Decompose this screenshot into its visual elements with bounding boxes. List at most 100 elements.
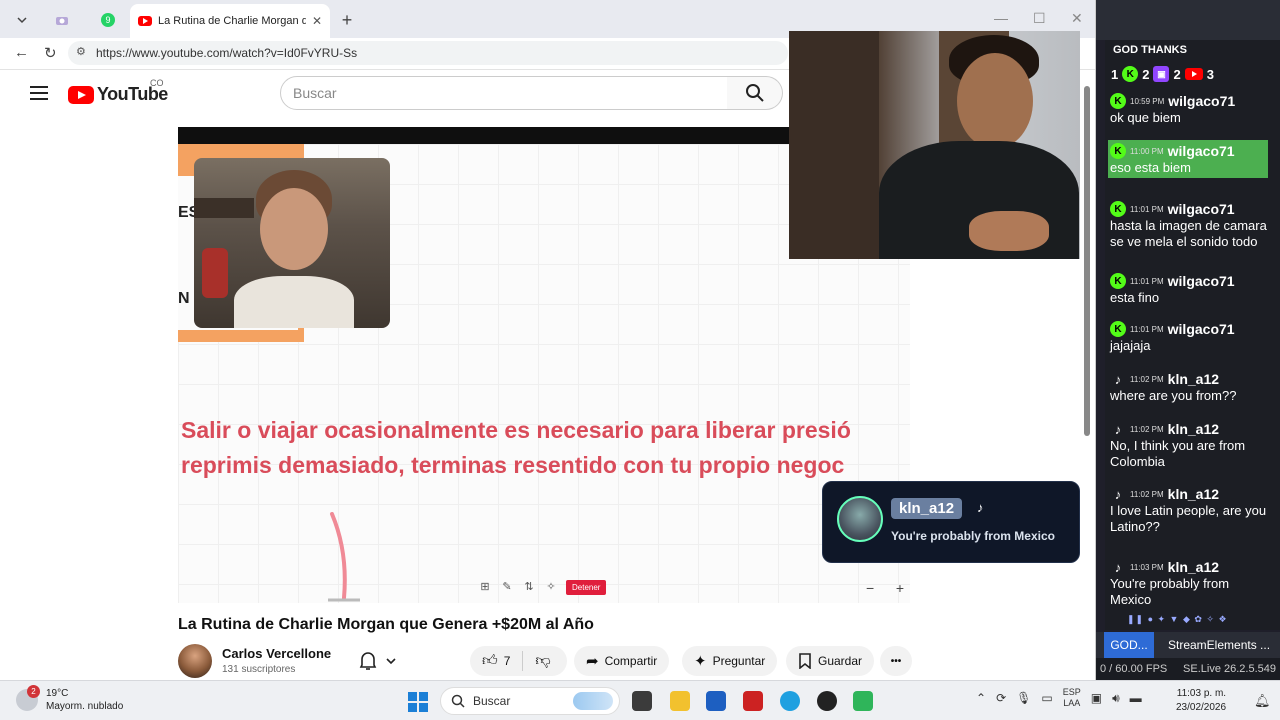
tab-list-chevron-icon[interactable] [10,8,34,32]
weather-widget[interactable]: 2 19°C Mayorm. nublado [16,685,123,713]
chat-user[interactable]: wilgaco71 [1168,321,1235,337]
clock-time: 11:03 p. m. [1176,688,1227,699]
chat-user[interactable]: kln_a12 [1168,421,1219,437]
notification-message: You're probably from Mexico [891,529,1055,543]
network-icon[interactable]: ▣ [1091,691,1102,705]
grid-tool-icon[interactable]: ⊞ [478,580,492,594]
tab-streamelements[interactable]: StreamElements ... [1162,632,1270,658]
language-indicator[interactable]: ESP LAA [1063,687,1081,709]
chat-panel: GOD THANKS 1 K 2 ▣ 2 3 K 10:59 PM wilgaco7… [1105,40,1280,630]
chat-time: 11:02 PM [1130,424,1164,434]
search-highlight-icon [573,692,613,710]
chat-emote-strip: ❚❚ ● ✦ ▼ ◆ ✿ ✧ ❖ [1127,614,1228,624]
start-icon[interactable] [408,692,428,712]
like-count[interactable]: 7 [504,654,511,668]
back-arrow-icon[interactable]: ← [14,44,29,61]
reload-icon[interactable]: ↻ [44,44,57,62]
weather-temp: 19°C [46,688,69,699]
share-button[interactable]: ➦ Compartir [574,646,670,676]
chat-message: ♪ 11:02 PM kln_a12 I love Latin people, are… [1110,485,1270,535]
dislike-icon[interactable]: 👎︎ [535,652,550,670]
chat-text: No, I think you are from Colombia [1110,438,1246,469]
taskbar-search[interactable]: Buscar [440,687,620,715]
chat-user[interactable]: wilgaco71 [1168,273,1235,289]
search-input[interactable]: Buscar [280,76,728,110]
tray-chevron-icon[interactable]: ⌃ [976,691,986,705]
chat-user[interactable]: wilgaco71 [1168,93,1235,109]
video-subtitle-line-1: Salir o viajar ocasionalmente es necesar… [181,417,851,443]
volume-icon[interactable]: 🔊︎ [1112,691,1120,706]
url-field[interactable]: ⚙ https://www.youtube.com/watch?v=Id0FvY… [68,41,788,65]
maximize-icon[interactable]: ☐ [1033,10,1046,27]
notifications-bell-icon[interactable]: 🔔︎ [1254,693,1271,709]
battery-icon[interactable]: ▬ [1130,691,1142,705]
page-scrollbar[interactable] [1082,80,1092,680]
search-button[interactable] [727,76,783,110]
camera-tab-icon[interactable] [50,8,74,32]
save-button[interactable]: Guardar [786,646,875,676]
pen-tool-icon[interactable]: ✎ [500,580,514,594]
obs-icon[interactable] [817,691,837,711]
chat-header: GOD THANKS [1113,44,1187,56]
tiktok-icon: ♪ [1114,559,1122,575]
close-window-icon[interactable]: ✕ [1071,10,1083,27]
system-tray: ⌃ ⟳ 🎙︎ ▭ ESP LAA ▣ 🔊︎ ▬ [976,687,1142,709]
chat-time: 11:03 PM [1130,562,1164,572]
more-actions-button[interactable]: ••• [880,646,912,676]
notification-user: kln_a12 [891,498,963,519]
keyboard-layout: LAA [1063,698,1081,708]
kick-count: 1 [1111,66,1119,82]
pinned-tab-badge: 9 [101,13,115,27]
pinned-tab-whatsapp[interactable]: 9 [96,8,120,32]
adjust-tool-icon[interactable]: ⇅ [522,580,536,594]
edge-icon[interactable] [780,691,800,711]
ask-button[interactable]: ✦ Preguntar [682,646,778,676]
chat-text: hasta la imagen de camara se ve mela el … [1110,218,1267,249]
kick-icon: K [1122,66,1139,82]
tab-god[interactable]: GOD... [1104,632,1154,658]
task-view-icon[interactable] [632,691,652,711]
scrollbar-thumb[interactable] [1084,86,1090,436]
tab-active[interactable]: La Rutina de Charlie Morgan que ( ✕ [130,4,330,38]
display-icon[interactable]: ▭ [1041,691,1052,705]
share-icon: ➦ [586,653,599,670]
search-icon [745,84,764,102]
chat-message: K 11:01 PM wilgaco71 esta fino [1110,272,1270,306]
zoom-in-button[interactable]: + [896,580,904,596]
video-toolbar: ⊞ ✎ ⇅ ✧ Detener [478,577,607,597]
chat-time: 11:01 PM [1130,204,1164,214]
store-icon[interactable] [706,691,726,711]
stop-button[interactable]: Detener [566,579,607,595]
chat-user[interactable]: wilgaco71 [1168,201,1235,217]
chat-user[interactable]: kln_a12 [1168,486,1219,502]
chat-time: 11:02 PM [1130,374,1164,384]
like-icon[interactable]: 👍︎ [482,652,498,670]
channel-name[interactable]: Carlos Vercellone [222,646,331,661]
chat-text: ok que biem [1110,110,1181,125]
obs-dock-tabs: GOD... StreamElements ... [1096,632,1280,658]
mic-icon[interactable]: 🎙︎ [1016,691,1031,705]
chat-user[interactable]: kln_a12 [1168,559,1219,575]
chat-user[interactable]: kln_a12 [1168,371,1219,387]
close-tab-icon[interactable]: ✕ [312,14,322,28]
share-label: Compartir [604,654,658,668]
clock[interactable]: 11:03 p. m. 23/02/2026 [1176,687,1226,715]
minimize-icon[interactable]: — [994,10,1008,26]
clock-date: 23/02/2026 [1176,702,1227,713]
app-icon[interactable] [853,691,873,711]
menu-icon[interactable] [30,86,48,100]
site-info-icon[interactable]: ⚙ [76,45,86,58]
chat-user[interactable]: wilgaco71 [1168,143,1235,159]
zoom-out-button[interactable]: − [866,580,874,596]
search-placeholder: Buscar [293,85,337,101]
file-explorer-icon[interactable] [670,691,690,711]
language-code: ESP [1062,687,1081,697]
chat-time: 11:02 PM [1130,489,1164,499]
brave-icon[interactable] [743,691,763,711]
new-tab-button[interactable]: + [335,8,359,32]
sync-icon[interactable]: ⟳ [996,691,1006,705]
youtube-logo-icon [68,85,94,104]
notifications-button[interactable] [347,646,409,676]
channel-avatar[interactable] [178,644,212,678]
laser-tool-icon[interactable]: ✧ [544,580,558,594]
